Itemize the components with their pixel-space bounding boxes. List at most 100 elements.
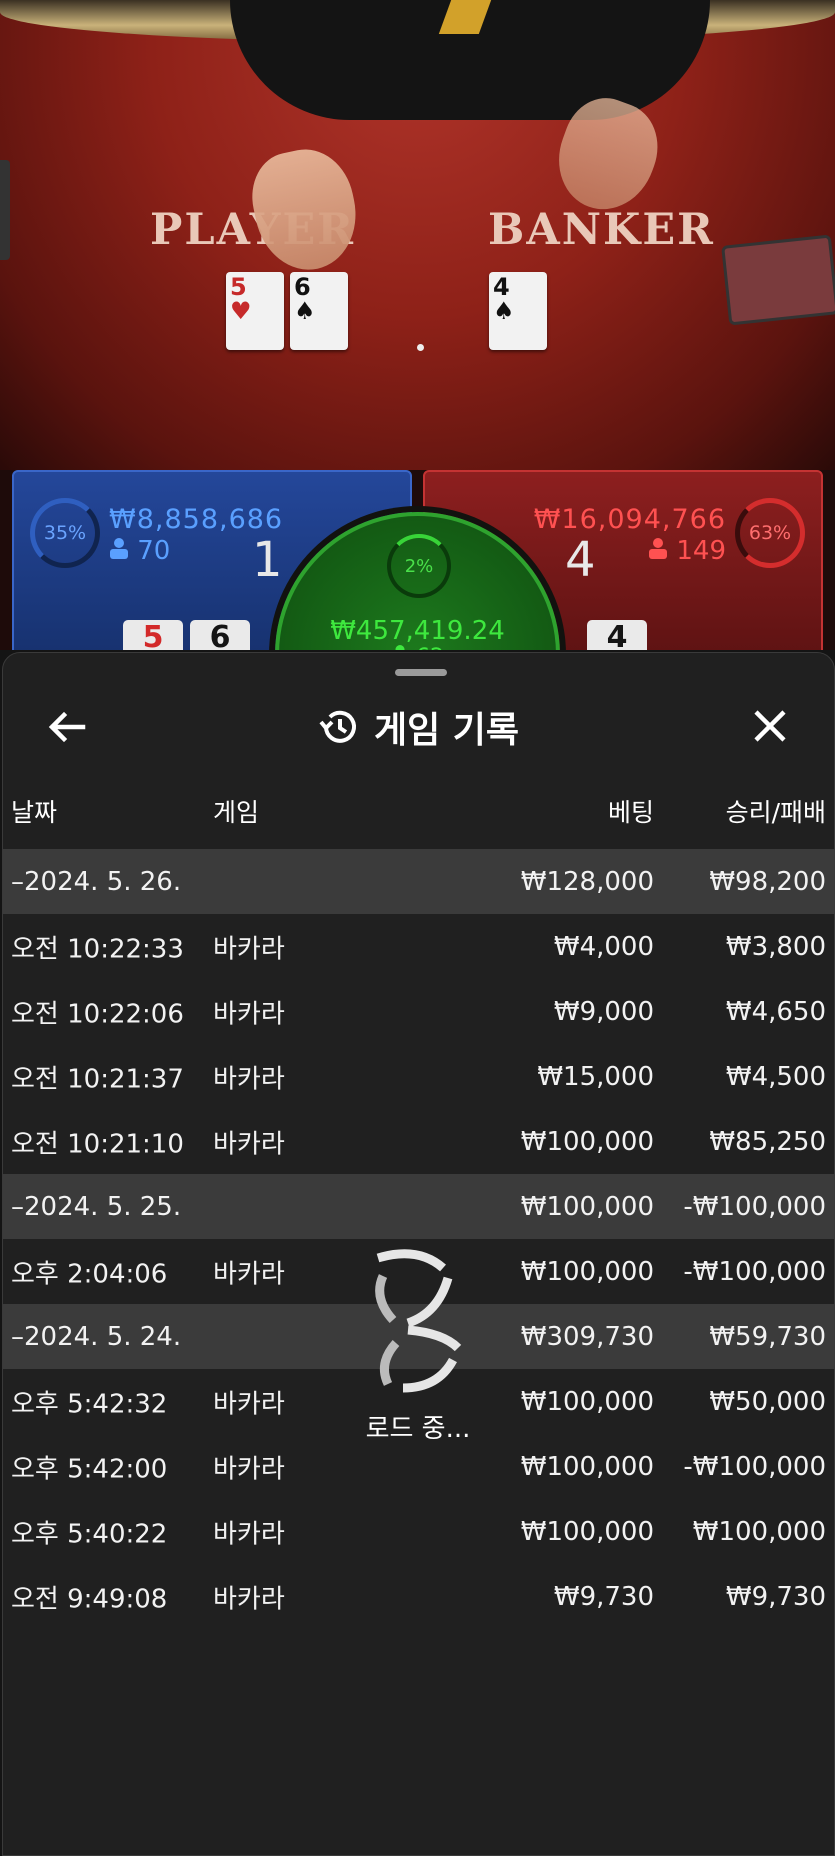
dealer-hand-left [243, 140, 367, 280]
row-bet: ₩309,730 [520, 1321, 654, 1352]
row-bet: ₩128,000 [520, 866, 654, 897]
banker-amount: ₩16,094,766 [533, 504, 726, 535]
row-win-loss: -₩100,000 [683, 1256, 826, 1287]
row-bet: ₩4,000 [553, 931, 654, 962]
row-game: 바카라 [213, 1519, 285, 1549]
row-bet: ₩100,000 [520, 1386, 654, 1417]
card-suit: ♠ [294, 297, 316, 325]
row-time: 오후 5:42:32 [11, 1389, 168, 1419]
close-icon [754, 710, 786, 742]
live-video: PLAYER BANKER 5 ♥ 6 ♠ 4 ♠ [0, 0, 835, 470]
row-win-loss: ₩3,800 [725, 931, 826, 962]
row-time: 오후 5:40:22 [11, 1519, 168, 1549]
row-game: 바카라 [213, 1259, 285, 1289]
table-marker [417, 344, 424, 351]
date-group-row[interactable]: –2024. 5. 25. ₩100,000 -₩100,000 [3, 1174, 834, 1239]
column-game: 게임 [213, 798, 260, 827]
card-shoe [721, 234, 835, 326]
player-count: 70 [109, 536, 170, 566]
banker-percent: 63% [748, 522, 792, 544]
row-game: 바카라 [213, 999, 285, 1029]
row-game: 바카라 [213, 1064, 285, 1094]
row-game: 바카라 [213, 1584, 285, 1614]
tie-amount: ₩457,419.24 [330, 616, 505, 646]
row-time: 오전 10:21:37 [11, 1064, 184, 1094]
banker-card-1: 4 ♠ [489, 272, 547, 350]
row-time: 오전 10:21:10 [11, 1129, 184, 1159]
row-time: 오전 10:22:33 [11, 934, 184, 964]
row-date: –2024. 5. 25. [11, 1191, 182, 1222]
row-time: 오후 5:42:00 [11, 1454, 168, 1484]
spinner-logo-icon [375, 1249, 462, 1393]
history-row[interactable]: 오전 10:22:06 바카라 ₩9,000 ₩4,650 [3, 979, 834, 1044]
row-bet: ₩100,000 [520, 1451, 654, 1482]
history-row[interactable]: 오전 9:49:08 바카라 ₩9,730 ₩9,730 [3, 1564, 834, 1629]
row-bet: ₩100,000 [520, 1256, 654, 1287]
history-row[interactable]: 오전 10:21:37 바카라 ₩15,000 ₩4,500 [3, 1044, 834, 1109]
card-suit: ♠ [493, 297, 515, 325]
row-win-loss: -₩100,000 [683, 1191, 826, 1222]
row-win-loss: ₩4,500 [725, 1061, 826, 1092]
modal-header: 게임 기록 [3, 681, 834, 771]
row-date: –2024. 5. 26. [11, 866, 182, 897]
table-banker-word: BANKER [488, 205, 715, 255]
person-icon [648, 536, 676, 566]
modal-title: 게임 기록 [373, 710, 519, 751]
card-rank: 4 [493, 273, 510, 301]
player-count-value: 70 [137, 536, 171, 566]
player-score: 1 [252, 532, 283, 588]
row-bet: ₩9,000 [553, 996, 654, 1027]
card-rank: 5 [230, 273, 247, 301]
history-row[interactable]: 오전 10:22:33 바카라 ₩4,000 ₩3,800 [3, 914, 834, 979]
row-date: –2024. 5. 24. [11, 1321, 182, 1352]
player-card-2: 6 ♠ [290, 272, 348, 350]
row-time: 오전 10:22:06 [11, 999, 184, 1029]
row-bet: ₩9,730 [553, 1581, 654, 1612]
row-win-loss: ₩9,730 [725, 1581, 826, 1612]
history-clock-icon [319, 710, 356, 743]
player-amount: ₩8,858,686 [109, 504, 284, 535]
row-bet: ₩15,000 [537, 1061, 654, 1092]
player-percent-ring: 35% [30, 498, 100, 568]
row-time: 오후 2:04:06 [11, 1259, 168, 1289]
row-win-loss: ₩59,730 [709, 1321, 826, 1352]
row-bet: ₩100,000 [520, 1126, 654, 1157]
history-row[interactable]: 오전 10:21:10 바카라 ₩100,000 ₩85,250 [3, 1109, 834, 1174]
row-win-loss: ₩4,650 [725, 996, 826, 1027]
row-game: 바카라 [213, 1129, 285, 1159]
banker-score: 4 [565, 532, 596, 588]
table-header: 날짜 게임 베팅 승리/패배 [3, 793, 834, 833]
column-date: 날짜 [11, 798, 58, 827]
card-rank: 6 [294, 273, 311, 301]
row-game: 바카라 [213, 1454, 285, 1484]
history-row[interactable]: 오후 5:40:22 바카라 ₩100,000 ₩100,000 [3, 1499, 834, 1564]
drag-handle[interactable] [395, 669, 447, 676]
person-icon [109, 536, 137, 566]
card-suit: ♥ [230, 297, 252, 325]
row-win-loss: ₩50,000 [709, 1386, 826, 1417]
row-win-loss: -₩100,000 [683, 1451, 826, 1482]
banker-percent-ring: 63% [735, 498, 805, 568]
row-win-loss: ₩85,250 [709, 1126, 826, 1157]
bet-summary: 35% ₩8,858,686 70 1 63% ₩16,094,766 149 … [0, 470, 835, 797]
row-win-loss: ₩98,200 [709, 866, 826, 897]
loading-text: 로드 중... [365, 1414, 471, 1444]
row-game: 바카라 [213, 1389, 285, 1419]
tie-percent-ring: 2% [387, 534, 451, 598]
tie-percent: 2% [404, 555, 434, 577]
row-win-loss: ₩100,000 [692, 1516, 826, 1547]
loading-spinner [348, 1238, 488, 1408]
modal-title-wrap: 게임 기록 [3, 703, 834, 751]
date-group-row[interactable]: –2024. 5. 26. ₩128,000 ₩98,200 [3, 849, 834, 914]
row-bet: ₩100,000 [520, 1516, 654, 1547]
banker-count-value: 149 [676, 536, 726, 566]
banker-count: 149 [648, 536, 726, 566]
column-bet: 베팅 [607, 798, 654, 827]
row-time: 오전 9:49:08 [11, 1584, 168, 1614]
player-percent: 35% [43, 522, 87, 544]
row-game: 바카라 [213, 934, 285, 964]
row-bet: ₩100,000 [520, 1191, 654, 1222]
player-card-1: 5 ♥ [226, 272, 284, 350]
column-win-loss: 승리/패배 [725, 798, 826, 827]
close-button[interactable] [744, 701, 796, 751]
